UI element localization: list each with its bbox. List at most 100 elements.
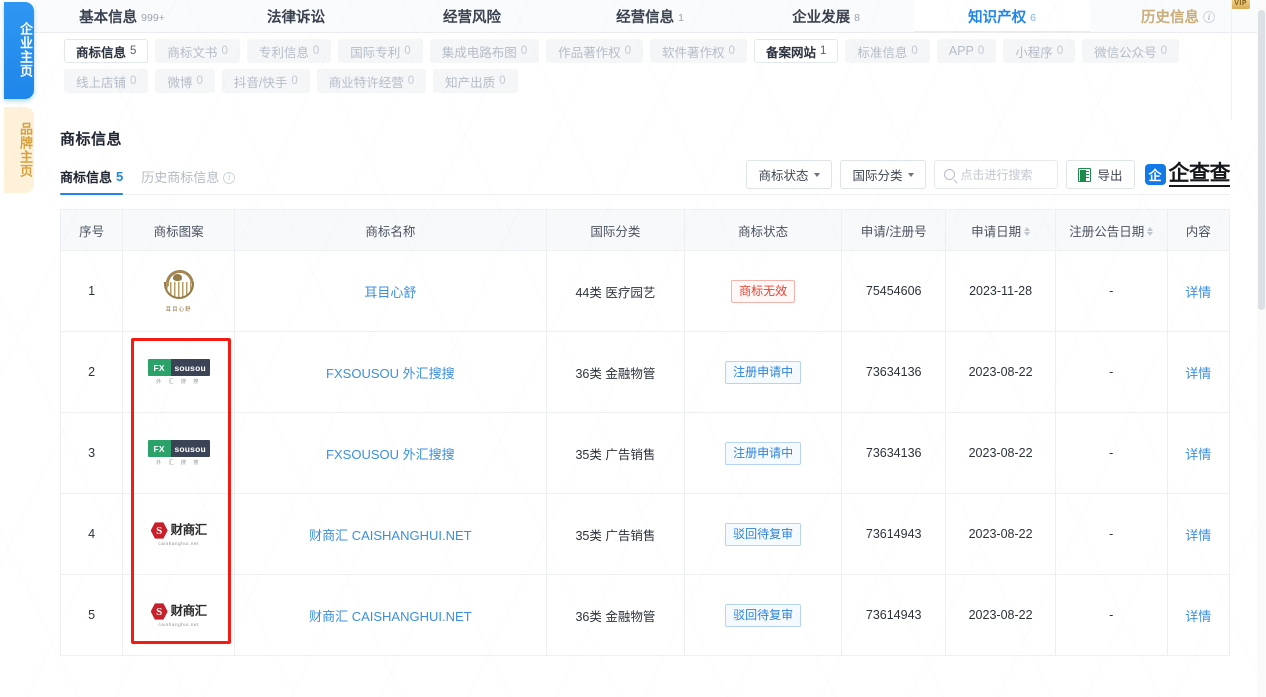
chip-app[interactable]: APP 0	[936, 39, 997, 63]
info-icon[interactable]: i	[1203, 11, 1215, 23]
chip-count: 1	[819, 45, 827, 57]
chip-trademark-info[interactable]: 商标信息 5	[64, 39, 149, 63]
logo-subtext: caishanghui.net	[158, 541, 199, 546]
scrollbar-thumb[interactable]	[1258, 10, 1265, 310]
cell-status: 注册申请中	[684, 412, 843, 494]
trademark-status-filter[interactable]: 商标状态	[746, 160, 833, 189]
detail-link[interactable]: 详情	[1185, 609, 1211, 624]
nav-item-legal-litigation[interactable]: 法律诉讼	[210, 0, 386, 32]
cell-logo[interactable]: FX sousou 外 汇 搜 搜	[122, 412, 236, 494]
col-apply-date[interactable]: 申请日期	[945, 209, 1056, 251]
sort-icon[interactable]	[1024, 226, 1031, 236]
inner-tab-group: 商标信息 5 历史商标信息 i	[60, 167, 236, 195]
chevron-down-icon	[908, 172, 915, 177]
info-icon[interactable]: i	[223, 171, 236, 184]
detail-link[interactable]: 详情	[1185, 285, 1211, 300]
trademark-name-link[interactable]: 财商汇 CAISHANGHUI.NET	[309, 528, 472, 543]
nav-item-business-info[interactable]: 经营信息 1	[562, 0, 738, 32]
sub-tab-chips: 商标信息 5 商标文书 0 专利信息 0 国际专利 0 集成电路布图 0 作品著…	[34, 33, 1230, 97]
trademark-logo: S 财商汇 caishanghui.net	[129, 603, 228, 627]
table-header-row: 序号 商标图案 商标名称 国际分类 商标状态 申请/注册号 申请日期 注册公告日…	[59, 209, 1231, 251]
chip-label: 知产出质	[445, 75, 496, 90]
chip-wechat-official-account[interactable]: 微信公众号 0	[1082, 39, 1180, 63]
chip-count: 0	[728, 45, 735, 57]
chip-filed-website[interactable]: 备案网站 1	[753, 39, 839, 63]
page-scrollbar[interactable]	[1257, 0, 1266, 697]
international-class-filter[interactable]: 国际分类	[840, 160, 927, 189]
chip-ip-pledge[interactable]: 知产出质 0	[433, 69, 518, 93]
chip-standard-info[interactable]: 标准信息 0	[845, 39, 930, 63]
chip-ic-layout[interactable]: 集成电路布图 0	[429, 39, 540, 63]
col-reg-no: 申请/注册号	[841, 209, 947, 251]
detail-link[interactable]: 详情	[1185, 447, 1211, 462]
chip-douyin-kuaishou[interactable]: 抖音/快手 0	[221, 69, 310, 93]
cell-apply-date: 2023-08-22	[945, 412, 1056, 494]
detail-link[interactable]: 详情	[1185, 366, 1211, 381]
table-row: 3 FX sousou 外 汇 搜 搜 FXSOUSOU 外汇搜搜 35类 广告…	[59, 412, 1231, 494]
status-badge: 注册申请中	[725, 441, 802, 465]
chip-software-copyright[interactable]: 软件著作权 0	[650, 39, 747, 63]
col-label: 申请/注册号	[860, 224, 927, 239]
chip-label: 微信公众号	[1094, 45, 1157, 60]
nav-count: 6	[1030, 12, 1036, 24]
col-label: 商标图案	[153, 224, 204, 239]
tab-trademark-info[interactable]: 商标信息 5	[60, 167, 124, 195]
sort-icon[interactable]	[1147, 226, 1154, 236]
chip-work-copyright[interactable]: 作品著作权 0	[546, 39, 644, 63]
tab-history-trademark-info[interactable]: 历史商标信息 i	[141, 167, 236, 194]
cell-reg-no: 73634136	[841, 412, 947, 494]
search-input[interactable]: 点击进行搜索	[934, 160, 1059, 189]
nav-item-intellectual-property[interactable]: 知识产权 6	[914, 0, 1090, 32]
chip-label: 商业特许经营	[328, 75, 404, 90]
chip-mini-program[interactable]: 小程序 0	[1003, 39, 1076, 63]
logo-part-a: S	[150, 603, 168, 620]
cell-classification: 44类 医疗园艺	[545, 250, 686, 332]
nav-item-business-risk[interactable]: 经营风险	[386, 0, 562, 32]
cell-name: 财商汇 CAISHANGHUI.NET	[234, 493, 547, 575]
cell-status: 驳回待复审	[684, 574, 843, 656]
logo-part-b: sousou	[170, 359, 210, 376]
cell-action: 详情	[1166, 493, 1231, 575]
export-button[interactable]: 导出	[1066, 160, 1135, 189]
chip-trademark-documents[interactable]: 商标文书 0	[155, 39, 240, 63]
chip-patent-info[interactable]: 专利信息 0	[246, 39, 332, 63]
nav-count: 1	[678, 12, 684, 24]
nav-item-history-info[interactable]: VIP 历史信息 i	[1090, 0, 1266, 32]
chip-international-patent[interactable]: 国际专利 0	[338, 39, 423, 63]
rail-tab-company-home[interactable]: 企业主页	[4, 2, 34, 99]
cell-logo[interactable]: FX sousou 外 汇 搜 搜	[122, 331, 236, 413]
chip-count: 0	[312, 45, 320, 57]
trademark-name-link[interactable]: 财商汇 CAISHANGHUI.NET	[309, 609, 472, 624]
col-status: 商标状态	[684, 209, 843, 251]
chip-franchise[interactable]: 商业特许经营 0	[316, 69, 427, 93]
chip-count: 0	[196, 75, 203, 87]
export-label: 导出	[1097, 169, 1123, 183]
cell-announce-date: -	[1054, 493, 1168, 575]
detail-link[interactable]: 详情	[1185, 528, 1211, 543]
trademark-logo: FX sousou 外 汇 搜 搜	[129, 440, 228, 466]
brand-logo[interactable]: 企 企查查	[1144, 162, 1230, 187]
nav-item-basic-info[interactable]: 基本信息 999+	[34, 0, 210, 32]
cell-logo[interactable]: S 财商汇 caishanghui.net	[122, 493, 236, 575]
nav-label: 企业发展	[792, 9, 851, 26]
rail-tab-brand-home[interactable]: 品牌主页	[4, 107, 34, 193]
nav-label: 法律诉讼	[267, 9, 325, 26]
cell-index: 5	[59, 574, 124, 656]
chip-label: 软件著作权	[662, 45, 725, 60]
cell-action: 详情	[1166, 412, 1231, 494]
col-announce-date[interactable]: 注册公告日期	[1054, 209, 1168, 251]
chip-label: 商标文书	[167, 45, 218, 60]
chip-online-store[interactable]: 线上店铺 0	[64, 69, 149, 93]
trademark-name-link[interactable]: FXSOUSOU 外汇搜搜	[326, 366, 455, 381]
trademark-name-link[interactable]: 耳目心舒	[364, 285, 416, 300]
cell-index: 3	[59, 412, 124, 494]
chip-weibo[interactable]: 微博 0	[155, 69, 215, 93]
cell-logo[interactable]: 耳目心舒	[122, 250, 236, 332]
cell-logo[interactable]: S 财商汇 caishanghui.net	[122, 574, 236, 656]
excel-icon	[1078, 167, 1092, 182]
trademark-name-link[interactable]: FXSOUSOU 外汇搜搜	[326, 447, 455, 462]
chip-count: 0	[291, 75, 298, 87]
trademark-logo: FX sousou 外 汇 搜 搜	[129, 359, 228, 385]
chip-label: 微博	[167, 75, 193, 90]
nav-item-enterprise-development[interactable]: 企业发展 8	[738, 0, 914, 32]
